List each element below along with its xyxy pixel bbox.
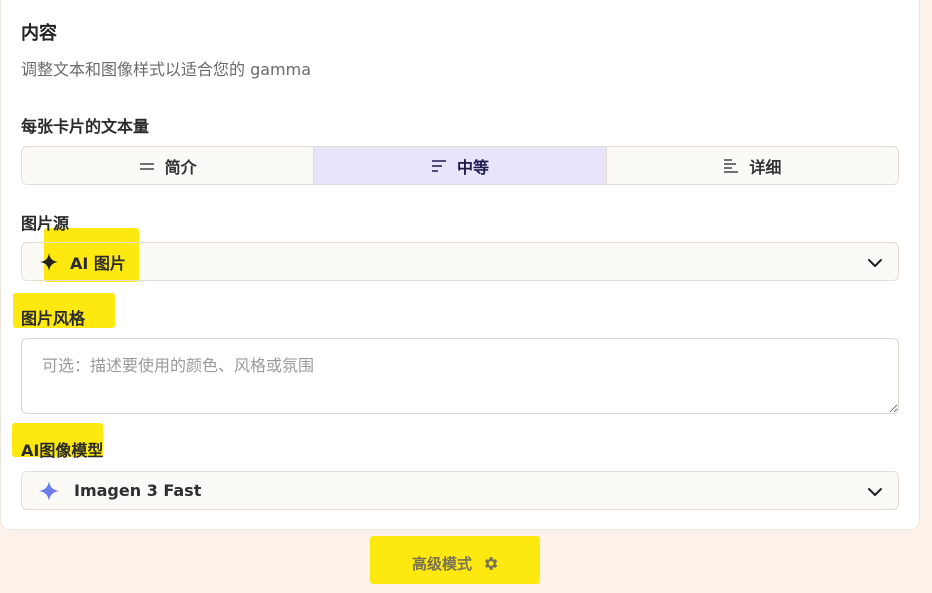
segment-medium[interactable]: 中等: [314, 147, 607, 184]
detailed-lines-icon: [724, 158, 739, 173]
advanced-mode-label: 高级模式: [412, 555, 473, 573]
section-subtitle: 调整文本和图像样式以适合您的 gamma: [21, 60, 312, 79]
segment-brief[interactable]: 简介: [22, 147, 315, 184]
segment-detailed[interactable]: 详细: [607, 147, 898, 184]
segment-brief-label: 简介: [164, 157, 197, 177]
advanced-mode-button[interactable]: 高级模式: [412, 553, 499, 574]
segment-detailed-label: 详细: [749, 157, 782, 177]
chevron-down-icon: [868, 259, 882, 267]
gear-icon: [485, 557, 498, 570]
image-style-input[interactable]: [21, 338, 899, 414]
chevron-down-icon: [868, 488, 882, 496]
segment-medium-label: 中等: [456, 157, 489, 177]
ai-model-select[interactable]: Imagen 3 Fast: [21, 471, 899, 510]
text-amount-segmented-control: 简介 中等 详细: [21, 146, 899, 185]
section-title: 内容: [21, 23, 57, 44]
image-source-select[interactable]: AI 图片: [21, 242, 899, 281]
medium-lines-icon: [431, 159, 446, 172]
image-style-label: 图片风格: [21, 309, 86, 328]
equals-lines-icon: [139, 162, 154, 170]
ai-model-value: Imagen 3 Fast: [74, 481, 202, 500]
image-source-value: AI 图片: [70, 253, 126, 273]
sparkle-icon: [38, 251, 60, 273]
text-amount-label: 每张卡片的文本量: [21, 117, 150, 136]
gemini-star-icon: [38, 480, 60, 502]
image-source-label: 图片源: [21, 214, 70, 233]
ai-model-label: AI图像模型: [21, 441, 104, 460]
